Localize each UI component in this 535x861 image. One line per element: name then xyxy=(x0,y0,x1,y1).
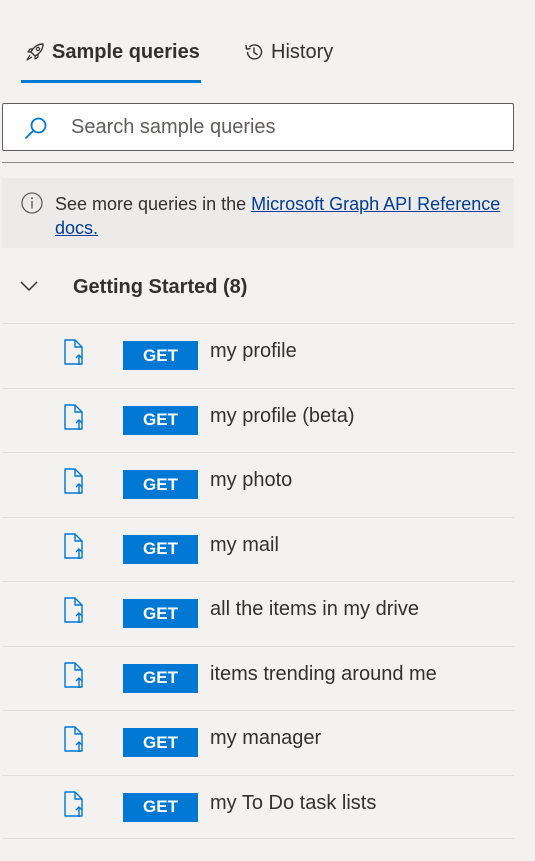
tab-history[interactable]: History xyxy=(243,34,333,70)
chevron-down-icon[interactable] xyxy=(20,280,38,292)
search-box[interactable] xyxy=(2,103,514,151)
http-method-badge: GET xyxy=(123,405,198,435)
divider xyxy=(2,162,514,163)
query-row[interactable]: GET my profile (beta) xyxy=(2,387,514,453)
info-icon xyxy=(21,192,43,214)
query-label: my manager xyxy=(210,727,322,749)
tab-sample-queries-label: Sample queries xyxy=(52,40,200,63)
document-link-icon xyxy=(64,661,83,688)
document-link-icon xyxy=(64,468,83,494)
tab-sample-queries[interactable]: Sample queries xyxy=(24,34,200,70)
http-method-badge: GET xyxy=(123,470,198,499)
group-title: Getting Started (8) xyxy=(73,276,247,299)
document-link-icon xyxy=(64,339,83,365)
document-link-icon xyxy=(64,532,83,559)
query-label: my profile xyxy=(210,340,297,362)
http-method-badge: GET xyxy=(123,341,198,370)
http-method-badge: GET xyxy=(123,534,198,564)
group-count: (8) xyxy=(223,276,248,298)
query-row[interactable]: GET all the items in my drive xyxy=(2,581,514,646)
group-header-getting-started[interactable]: Getting Started (8) xyxy=(0,262,514,314)
http-method-badge: GET xyxy=(123,728,198,757)
query-label: my mail xyxy=(210,533,279,556)
info-text: See more queries in the Microsoft Graph … xyxy=(55,192,505,240)
pivot-tabs: Sample queries History xyxy=(0,0,535,84)
query-label: my To Do task lists xyxy=(210,791,377,814)
http-method-badge: GET xyxy=(123,599,198,628)
info-message-bar: See more queries in the Microsoft Graph … xyxy=(2,178,514,248)
query-list: GET my profile GET my profile (beta) GET… xyxy=(2,323,514,839)
query-row[interactable]: GET my profile xyxy=(2,323,514,388)
document-link-icon xyxy=(64,790,83,817)
query-label: my photo xyxy=(210,469,293,491)
history-icon xyxy=(245,44,263,60)
search-icon xyxy=(25,117,47,139)
tab-history-label: History xyxy=(271,40,334,63)
query-label: all the items in my drive xyxy=(210,598,419,620)
search-input[interactable] xyxy=(71,104,501,150)
active-tab-indicator xyxy=(21,80,201,83)
document-link-icon xyxy=(64,403,83,430)
document-link-icon xyxy=(64,597,83,623)
query-row[interactable]: GET my manager xyxy=(2,710,514,775)
http-method-badge: GET xyxy=(123,792,198,822)
query-label: items trending around me xyxy=(210,662,437,685)
query-row[interactable]: GET items trending around me xyxy=(2,645,514,711)
query-row[interactable]: GET my mail xyxy=(2,516,514,582)
http-method-badge: GET xyxy=(123,663,198,693)
query-label: my profile (beta) xyxy=(210,404,355,427)
rocket-icon xyxy=(26,43,44,61)
info-prefix: See more queries in the xyxy=(55,194,252,214)
query-row[interactable]: GET my photo xyxy=(2,452,514,517)
document-link-icon xyxy=(64,726,83,752)
group-title-text: Getting Started xyxy=(73,276,218,298)
query-row[interactable]: GET my To Do task lists xyxy=(2,774,514,839)
